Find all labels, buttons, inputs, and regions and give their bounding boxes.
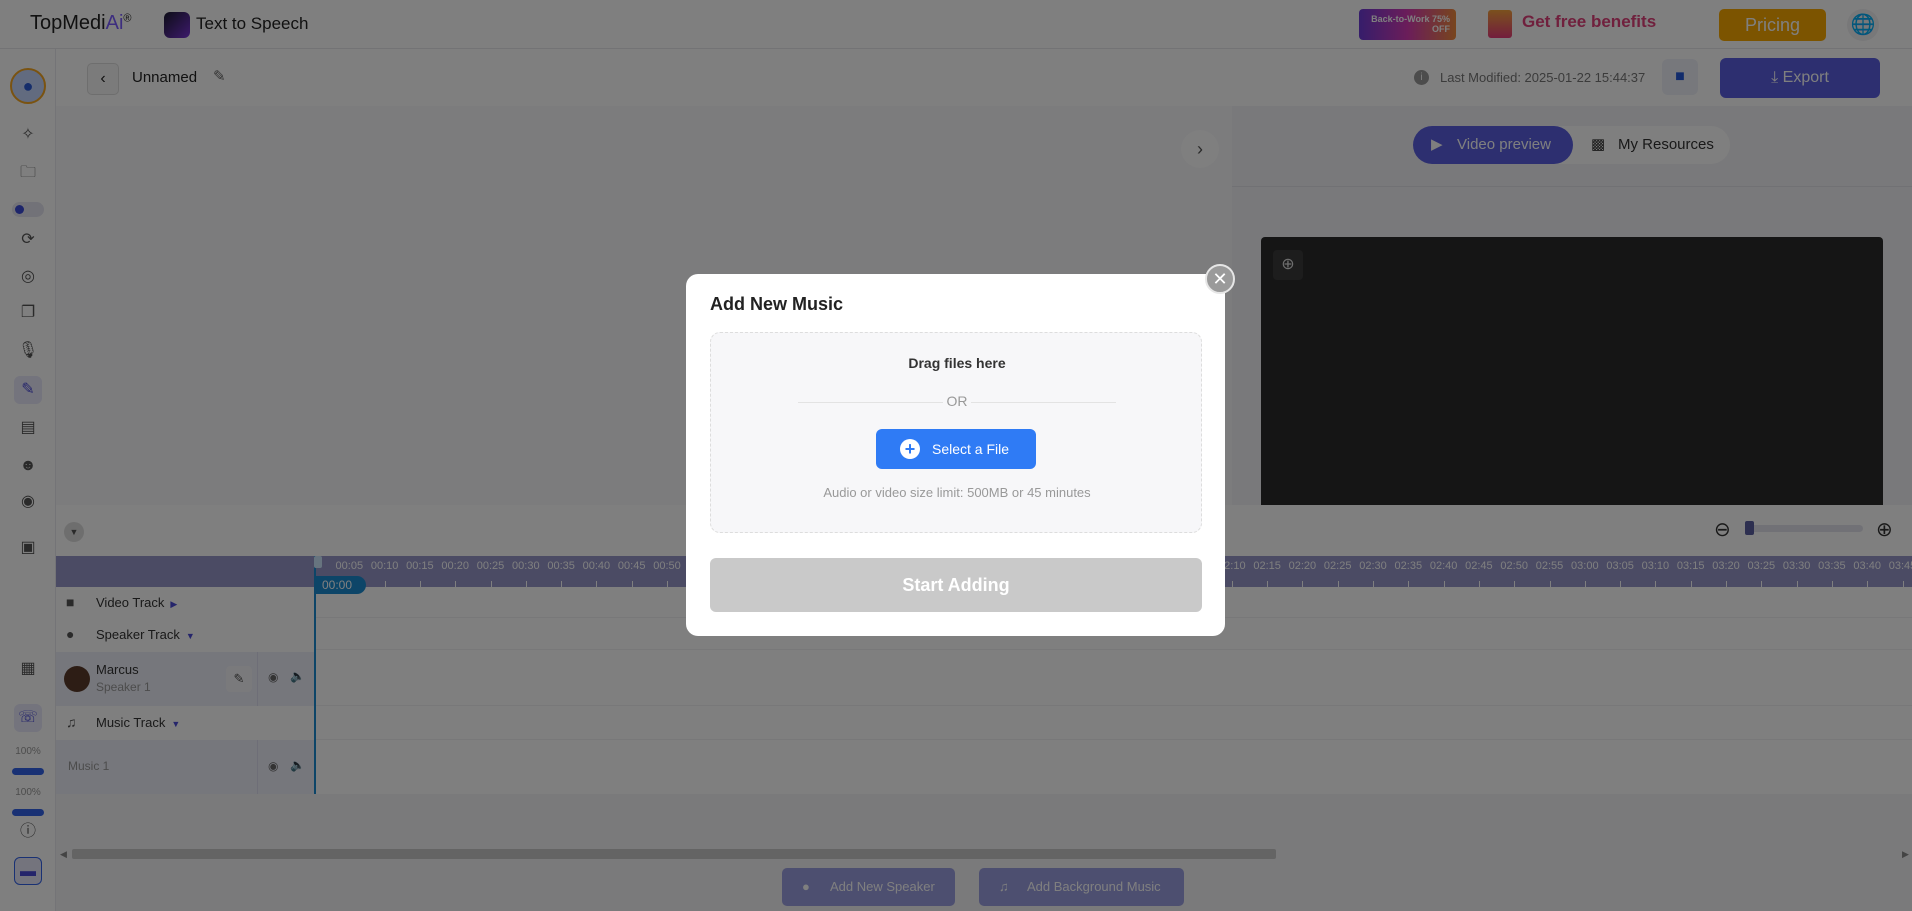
size-limit-note: Audio or video size limit: 500MB or 45 m… bbox=[823, 485, 1091, 500]
divider bbox=[971, 402, 1116, 403]
start-adding-button[interactable]: Start Adding bbox=[710, 558, 1202, 612]
file-dropzone[interactable]: Drag files here OR + Select a File Audio … bbox=[710, 332, 1202, 533]
select-file-button[interactable]: + Select a File bbox=[876, 429, 1036, 469]
plus-circle-icon: + bbox=[900, 439, 920, 459]
close-icon[interactable]: ✕ bbox=[1205, 264, 1235, 294]
add-music-dialog: Add New Music Drag files here OR + Select… bbox=[686, 274, 1225, 636]
button-label: Select a File bbox=[932, 441, 1010, 457]
or-label: OR bbox=[946, 393, 968, 409]
drag-hint: Drag files here bbox=[908, 355, 1006, 371]
dialog-title: Add New Music bbox=[710, 294, 844, 314]
